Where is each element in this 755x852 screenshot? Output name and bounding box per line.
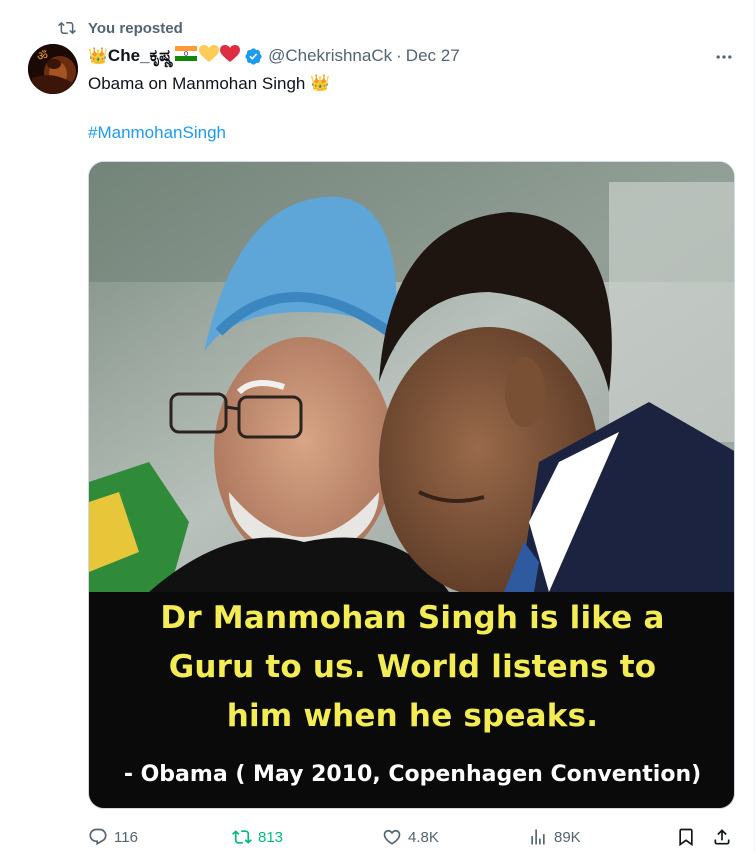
like-count: 4.8K bbox=[408, 828, 439, 846]
share-button[interactable] bbox=[712, 822, 738, 852]
tweet-text: Obama on Manmohan Singh 👑 bbox=[88, 72, 330, 96]
bookmark-button[interactable] bbox=[676, 822, 702, 852]
caption-band: Dr Manmohan Singh is like a Guru to us. … bbox=[89, 592, 734, 808]
reply-count: 116 bbox=[114, 828, 138, 846]
more-options-icon bbox=[716, 55, 732, 59]
separator-dot: · bbox=[396, 46, 402, 65]
repost-count: 813 bbox=[258, 828, 284, 846]
reply-button[interactable]: 116 bbox=[88, 822, 138, 852]
repost-banner[interactable]: You reposted bbox=[58, 18, 183, 38]
photo bbox=[89, 162, 734, 592]
reply-icon bbox=[89, 828, 107, 846]
verified-badge-icon bbox=[245, 47, 262, 65]
avatar-image: ॐ bbox=[28, 44, 78, 94]
bookmark-icon bbox=[679, 828, 693, 847]
repost-icon bbox=[232, 830, 252, 844]
tweet-media-image[interactable]: Dr Manmohan Singh is like a Guru to us. … bbox=[88, 161, 735, 809]
avatar[interactable]: ॐ bbox=[28, 44, 78, 94]
share-icon bbox=[714, 829, 730, 845]
caption-line: him when he speaks. bbox=[226, 698, 599, 734]
repost-button[interactable]: 813 bbox=[232, 822, 283, 852]
repost-banner-text: You reposted bbox=[88, 19, 183, 37]
caption-attribution: - Obama ( May 2010, Copenhagen Conventio… bbox=[123, 762, 702, 787]
crown-emoji-icon: 👑 bbox=[310, 75, 331, 92]
like-button[interactable]: 4.8K bbox=[382, 822, 439, 852]
like-icon bbox=[383, 829, 401, 845]
author-name-text: Che_ಕೃಷ್ಣ bbox=[107, 46, 174, 65]
action-bar: 116 813 4.8K 89K bbox=[88, 822, 738, 852]
tweet-header: 👑 Che_ಕೃಷ್ಣ @ChekrishnaCk · Dec 27 bbox=[88, 44, 460, 68]
caption-line: Dr Manmohan Singh is like a bbox=[160, 600, 665, 636]
tweet-text-body: Obama on Manmohan Singh bbox=[88, 74, 306, 93]
yellow-heart-icon bbox=[199, 44, 220, 68]
svg-text:ॐ: ॐ bbox=[37, 49, 48, 63]
caption-line: Guru to us. World listens to bbox=[168, 649, 657, 685]
repost-icon bbox=[58, 21, 76, 35]
views-button[interactable]: 89K bbox=[528, 822, 581, 852]
view-count: 89K bbox=[554, 828, 581, 846]
hashtag-link[interactable]: #ManmohanSingh bbox=[88, 121, 226, 145]
author-name[interactable]: 👑 Che_ಕೃಷ್ಣ bbox=[88, 44, 241, 68]
author-handle[interactable]: @ChekrishnaCk bbox=[268, 46, 392, 66]
red-heart-icon bbox=[220, 44, 241, 68]
tweet-date[interactable]: Dec 27 bbox=[406, 46, 460, 66]
views-icon bbox=[531, 829, 545, 845]
more-options-button[interactable] bbox=[712, 45, 736, 69]
india-flag-icon bbox=[175, 46, 198, 66]
crown-emoji-icon: 👑 bbox=[88, 48, 108, 65]
